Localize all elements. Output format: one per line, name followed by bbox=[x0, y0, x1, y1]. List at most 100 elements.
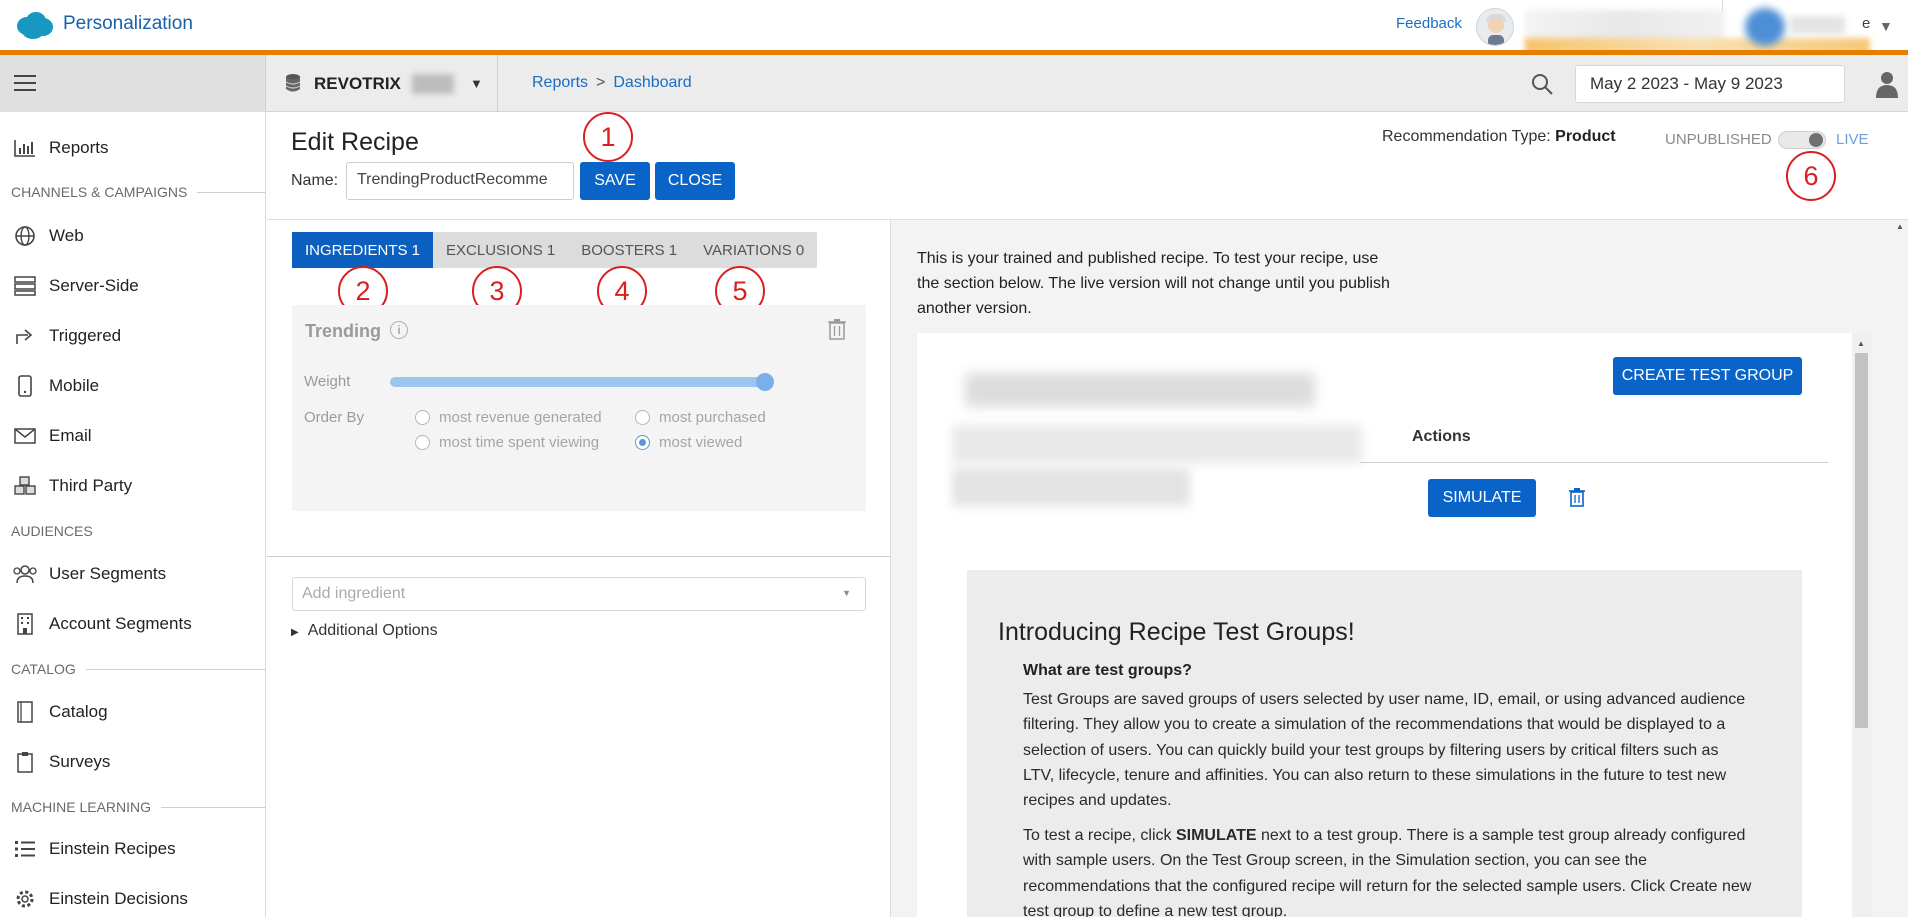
building-icon bbox=[12, 613, 38, 635]
einstein-avatar-icon bbox=[1486, 13, 1506, 45]
recommendation-type: Recommendation Type: Product bbox=[1382, 128, 1616, 145]
top-bar: Personalization Feedback e ▼ bbox=[0, 0, 1908, 55]
ingredient-card: Trending i Weight Order By most revenue … bbox=[292, 305, 866, 511]
blurred-card-title bbox=[965, 373, 1315, 407]
weight-label: Weight bbox=[304, 373, 351, 390]
book-icon bbox=[12, 701, 38, 723]
account-dropdown-icon[interactable]: ▼ bbox=[470, 76, 483, 91]
intro-box-title: Introducing Recipe Test Groups! bbox=[998, 618, 1355, 646]
order-by-label: Order By bbox=[304, 409, 365, 426]
ingredient-title: Trending bbox=[305, 321, 381, 341]
clipboard-icon bbox=[12, 751, 38, 773]
sidebar-item-account-segments[interactable]: Account Segments bbox=[0, 604, 265, 644]
tab-exclusions[interactable]: EXCLUSIONS 1 bbox=[433, 232, 568, 268]
sidebar-item-reports[interactable]: Reports bbox=[0, 128, 265, 168]
cubes-icon bbox=[12, 475, 38, 497]
chevron-down-icon[interactable]: ▼ bbox=[1879, 18, 1893, 34]
list-icon bbox=[12, 838, 38, 860]
user-icon[interactable] bbox=[1875, 70, 1899, 98]
sub-header: REVOTRIX ▼ Reports > Dashboard May 2 2023 … bbox=[0, 55, 1908, 112]
annotation-6: 6 bbox=[1786, 151, 1836, 201]
chevron-down-icon: ▼ bbox=[842, 588, 851, 598]
sidebar: Reports CHANNELS & CAMPAIGNS Web Server-… bbox=[0, 112, 266, 917]
unpublished-label: UNPUBLISHED bbox=[1665, 131, 1772, 148]
phone-icon bbox=[12, 375, 38, 397]
name-label: Name: bbox=[291, 172, 339, 189]
publish-toggle[interactable] bbox=[1778, 131, 1826, 149]
section-channels: CHANNELS & CAMPAIGNS bbox=[11, 184, 266, 200]
server-icon bbox=[12, 275, 38, 297]
sidebar-item-surveys[interactable]: Surveys bbox=[0, 742, 265, 782]
actions-column-header: Actions bbox=[1412, 428, 1471, 445]
scrollbar[interactable]: ▲ bbox=[1852, 333, 1872, 917]
tab-boosters[interactable]: BOOSTERS 1 bbox=[568, 232, 690, 268]
live-label: LIVE bbox=[1836, 131, 1869, 148]
section-machine-learning: MACHINE LEARNING bbox=[11, 799, 266, 815]
sidebar-item-email[interactable]: Email bbox=[0, 416, 265, 456]
intro-box-paragraph-2: To test a recipe, click SIMULATE next to… bbox=[1023, 827, 1752, 917]
save-button[interactable]: SAVE bbox=[580, 162, 650, 200]
avatar[interactable] bbox=[1476, 8, 1514, 46]
blurred-org-avatar bbox=[1745, 8, 1785, 46]
user-name-fragment: e bbox=[1862, 15, 1871, 32]
database-icon bbox=[285, 74, 301, 92]
annotation-1: 1 bbox=[583, 112, 633, 162]
sidebar-item-web[interactable]: Web bbox=[0, 216, 265, 256]
gear-icon bbox=[12, 888, 38, 910]
tab-variations[interactable]: VARIATIONS 0 bbox=[690, 232, 817, 268]
sidebar-item-einstein-recipes[interactable]: Einstein Recipes bbox=[0, 829, 265, 869]
breadcrumb-dashboard[interactable]: Dashboard bbox=[613, 74, 691, 91]
radio-most-time-spent[interactable]: most time spent viewing bbox=[415, 434, 599, 451]
info-icon[interactable]: i bbox=[390, 321, 408, 339]
recipe-name-input[interactable]: TrendingProductRecomme bbox=[346, 162, 574, 200]
bar-chart-icon bbox=[12, 137, 38, 159]
page-title: Edit Recipe bbox=[291, 128, 419, 156]
blurred-column-header bbox=[952, 425, 1362, 463]
simulate-button[interactable]: SIMULATE bbox=[1428, 479, 1536, 517]
search-icon[interactable] bbox=[1530, 72, 1554, 96]
sidebar-item-third-party[interactable]: Third Party bbox=[0, 466, 265, 506]
feedback-link[interactable]: Feedback bbox=[1396, 15, 1462, 32]
blurred-test-group-name bbox=[952, 468, 1190, 506]
caret-right-icon: ▶ bbox=[291, 627, 299, 638]
scroll-up-icon[interactable]: ▲ bbox=[1896, 222, 1904, 231]
intro-box-paragraph-1: Test Groups are saved groups of users se… bbox=[1023, 691, 1746, 810]
sidebar-item-label: Reports bbox=[49, 138, 109, 157]
users-icon bbox=[12, 563, 38, 585]
envelope-icon bbox=[12, 425, 38, 447]
sidebar-item-triggered[interactable]: Triggered bbox=[0, 316, 265, 356]
sidebar-item-einstein-decisions[interactable]: Einstein Decisions bbox=[0, 879, 265, 917]
slider-handle[interactable] bbox=[756, 373, 774, 391]
test-groups-intro-box: Introducing Recipe Test Groups! What are… bbox=[967, 570, 1802, 917]
tab-ingredients[interactable]: INGREDIENTS 1 bbox=[292, 232, 434, 268]
test-intro-text: This is your trained and published recip… bbox=[917, 250, 1390, 317]
blurred-account-suffix bbox=[412, 74, 454, 94]
radio-most-purchased[interactable]: most purchased bbox=[635, 409, 766, 426]
hamburger-menu-icon[interactable] bbox=[14, 75, 36, 92]
share-icon bbox=[12, 325, 38, 347]
trash-icon[interactable] bbox=[827, 318, 847, 340]
breadcrumb: Reports > Dashboard bbox=[532, 74, 692, 91]
close-button[interactable]: CLOSE bbox=[655, 162, 735, 200]
additional-options-toggle[interactable]: ▶ Additional Options bbox=[291, 622, 438, 640]
recipe-tabs: INGREDIENTS 1 EXCLUSIONS 1 BOOSTERS 1 VA… bbox=[292, 232, 818, 268]
app-title: Personalization bbox=[63, 13, 193, 34]
date-range-picker[interactable]: May 2 2023 - May 9 2023 bbox=[1575, 65, 1845, 103]
blurred-org-name bbox=[1790, 16, 1845, 34]
radio-most-viewed[interactable]: most viewed bbox=[635, 434, 742, 451]
salesforce-cloud-logo[interactable] bbox=[14, 10, 54, 40]
account-name[interactable]: REVOTRIX bbox=[314, 74, 401, 94]
breadcrumb-reports[interactable]: Reports bbox=[532, 74, 588, 91]
sidebar-item-server-side[interactable]: Server-Side bbox=[0, 266, 265, 306]
trash-icon[interactable] bbox=[1568, 487, 1586, 507]
sidebar-item-catalog[interactable]: Catalog bbox=[0, 692, 265, 732]
intro-box-heading: What are test groups? bbox=[1023, 662, 1192, 679]
radio-most-revenue[interactable]: most revenue generated bbox=[415, 409, 602, 426]
sidebar-item-user-segments[interactable]: User Segments bbox=[0, 554, 265, 594]
sidebar-item-mobile[interactable]: Mobile bbox=[0, 366, 265, 406]
add-ingredient-select[interactable]: Add ingredient ▼ bbox=[292, 577, 866, 611]
weight-slider[interactable] bbox=[390, 373, 774, 391]
create-test-group-button[interactable]: CREATE TEST GROUP bbox=[1613, 357, 1802, 395]
section-catalog: CATALOG bbox=[11, 661, 266, 677]
globe-icon bbox=[12, 225, 38, 247]
